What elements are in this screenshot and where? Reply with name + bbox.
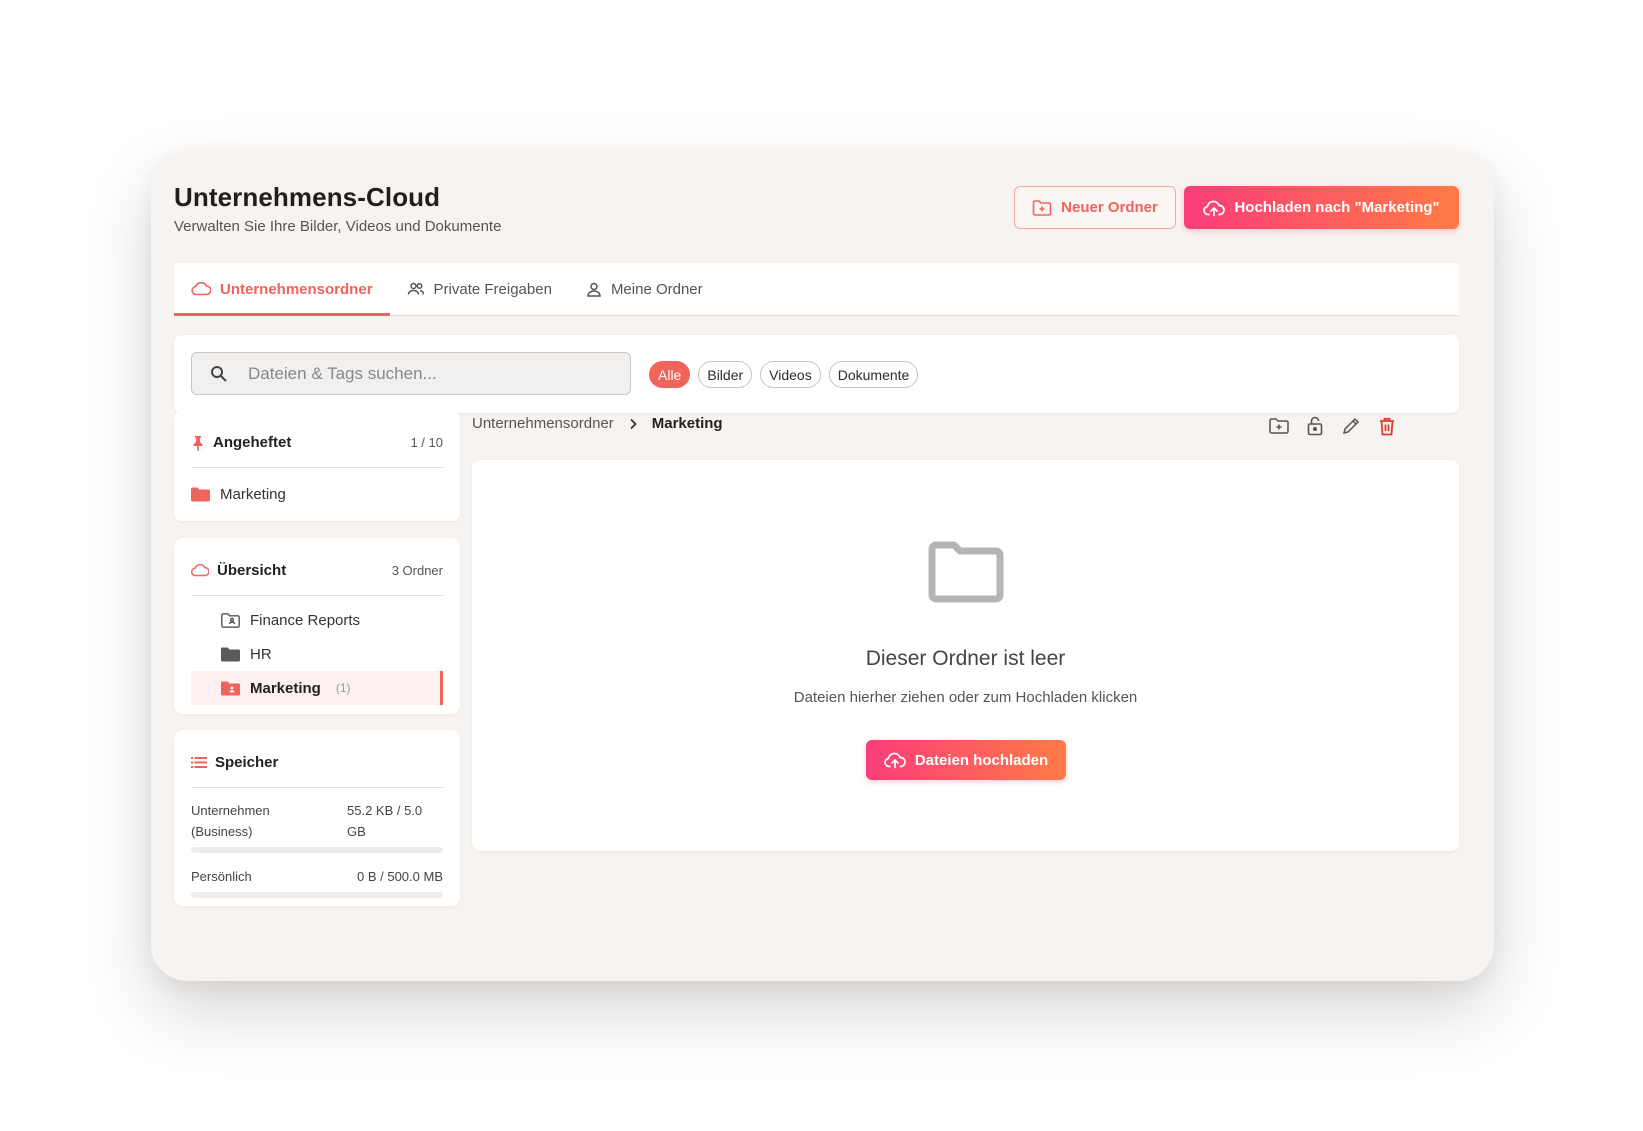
storage-title: Speicher [215, 754, 279, 771]
cloud-upload-icon [884, 751, 906, 769]
pinned-title: Angeheftet [213, 434, 292, 451]
cloud-upload-icon [1203, 199, 1226, 217]
folder-item-marketing[interactable]: Marketing (1) [191, 671, 443, 705]
storage-business: Unternehmen (Business) 55.2 KB / 5.0 GB [191, 800, 443, 853]
folder-file-count: (1) [335, 681, 351, 695]
storage-personal: Persönlich 0 B / 500.0 MB [191, 866, 443, 898]
trash-icon [1379, 417, 1395, 436]
list-icon [191, 756, 207, 769]
new-folder-label: Neuer Ordner [1061, 199, 1158, 216]
overview-title: Übersicht [217, 562, 287, 579]
filter-chip-videos[interactable]: Videos [760, 361, 821, 388]
cloud-icon [191, 564, 209, 577]
folder-plus-icon [1032, 199, 1052, 217]
folder-label: HR [250, 645, 272, 663]
pinned-item-label: Marketing [220, 486, 286, 503]
filter-chip-bilder[interactable]: Bilder [698, 361, 753, 388]
page-subtitle: Verwalten Sie Ihre Bilder, Videos und Do… [174, 218, 502, 235]
overview-count: 3 Ordner [391, 563, 443, 578]
app-window: Unternehmens-Cloud Verwalten Sie Ihre Bi… [151, 151, 1494, 981]
search-input[interactable] [248, 363, 588, 384]
folder-item-hr[interactable]: HR [191, 637, 443, 671]
empty-folder-icon [928, 541, 1004, 608]
tab-label: Meine Ordner [610, 280, 703, 298]
pencil-icon [1342, 417, 1360, 435]
storage-header: Speicher [191, 738, 443, 788]
breadcrumb: Unternehmensordner Marketing [472, 415, 723, 432]
tab-meine-ordner[interactable]: Meine Ordner [569, 263, 720, 315]
filter-bar: Alle Bilder Videos Dokumente [174, 335, 1459, 413]
rename-button[interactable] [1340, 415, 1362, 437]
folder-icon [221, 647, 240, 662]
shared-folder-icon [221, 681, 240, 696]
storage-panel: Speicher Unternehmen (Business) 55.2 KB … [174, 730, 460, 906]
storage-personal-value: 0 B / 500.0 MB [357, 869, 443, 884]
filter-chip-dokumente[interactable]: Dokumente [828, 361, 919, 388]
folder-icon [191, 487, 210, 502]
upload-to-folder-button[interactable]: Hochladen nach "Marketing" [1184, 186, 1459, 229]
breadcrumb-current: Marketing [651, 415, 723, 432]
page-title: Unternehmens-Cloud [174, 182, 441, 212]
delete-button[interactable] [1376, 415, 1398, 437]
pinned-item-marketing[interactable]: Marketing [191, 468, 443, 521]
folder-label: Finance Reports [250, 611, 361, 629]
permissions-button[interactable] [1304, 415, 1326, 437]
shared-folder-icon [221, 612, 240, 628]
folder-item-finance-reports[interactable]: Finance Reports [191, 603, 443, 637]
cloud-icon [191, 282, 211, 296]
tab-bar: Unternehmensordner Private Freigaben Mei… [174, 263, 1459, 316]
empty-subtitle: Dateien hierher ziehen oder zum Hochlade… [793, 689, 1138, 706]
new-folder-button[interactable]: Neuer Ordner [1014, 186, 1176, 229]
tab-label: Private Freigaben [433, 280, 552, 298]
tab-unternehmensordner[interactable]: Unternehmensordner [174, 263, 390, 316]
search-box [191, 352, 631, 395]
storage-business-label: Unternehmen (Business) [191, 803, 270, 839]
upload-files-button[interactable]: Dateien hochladen [866, 740, 1066, 780]
new-subfolder-button[interactable] [1268, 415, 1290, 437]
user-icon [586, 282, 602, 297]
folder-list: Finance Reports HR Marketing (1) [191, 603, 443, 705]
empty-title: Dieser Ordner ist leer [865, 647, 1066, 670]
pinned-count: 1 / 10 [410, 435, 443, 450]
pinned-header: Angeheftet 1 / 10 [191, 418, 443, 468]
folder-actions [1268, 415, 1398, 437]
storage-business-bar [191, 847, 443, 853]
storage-personal-label: Persönlich [191, 869, 252, 884]
lock-icon [1307, 416, 1323, 436]
users-icon [407, 282, 425, 296]
file-drop-area[interactable]: Dieser Ordner ist leer Dateien hierher z… [472, 460, 1459, 851]
chevron-right-icon [628, 418, 638, 430]
overview-panel: Übersicht 3 Ordner Finance Reports HR Ma… [174, 538, 460, 714]
overview-header: Übersicht 3 Ordner [191, 546, 443, 596]
pinned-panel: Angeheftet 1 / 10 Marketing [174, 410, 460, 521]
tab-label: Unternehmensordner [220, 280, 373, 298]
folder-label: Marketing [250, 679, 321, 697]
pin-icon [191, 435, 205, 451]
breadcrumb-root[interactable]: Unternehmensordner [472, 415, 614, 432]
storage-personal-bar [191, 892, 443, 898]
storage-business-value: 55.2 KB / 5.0 GB [347, 803, 423, 839]
search-icon [210, 365, 227, 382]
folder-plus-icon [1269, 418, 1289, 434]
upload-files-label: Dateien hochladen [914, 751, 1049, 769]
upload-label: Hochladen nach "Marketing" [1234, 199, 1440, 216]
tab-private-freigaben[interactable]: Private Freigaben [390, 263, 569, 315]
type-filter-chips: Alle Bilder Videos Dokumente [649, 361, 919, 388]
filter-chip-alle[interactable]: Alle [649, 361, 691, 388]
